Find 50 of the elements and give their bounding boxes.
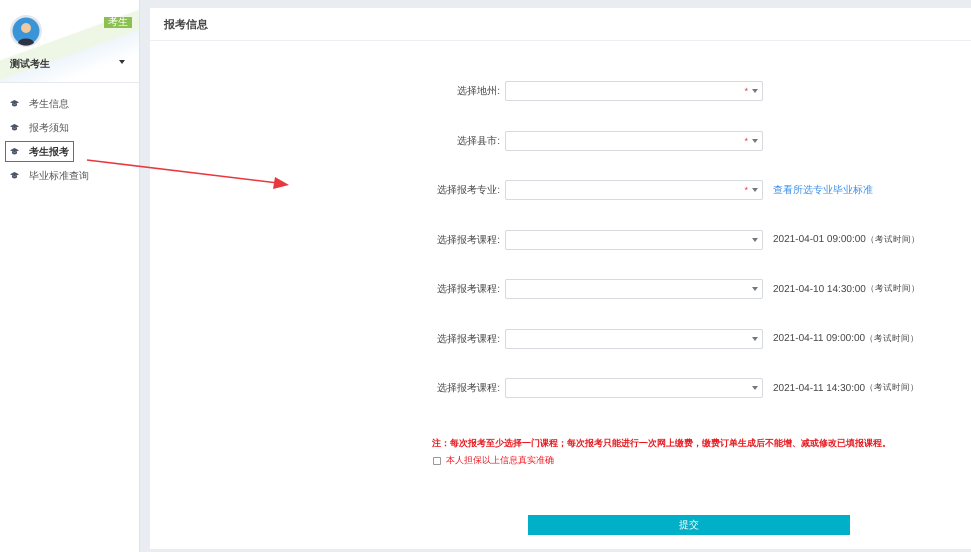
dropdown-caret-icon — [752, 287, 758, 291]
required-asterisk: * — [744, 185, 748, 195]
required-asterisk: * — [744, 136, 748, 146]
dropdown-caret-icon — [752, 336, 758, 340]
notice-text: 注：每次报考至少选择一门课程；每次报考只能进行一次网上缴费，缴费订单生成后不能增、减或修改已填报课程。 — [432, 437, 892, 450]
field-label: 选择报考课程: — [436, 234, 501, 246]
exam-time: 2021-04-01 09:00:00 — [773, 234, 866, 245]
exam-time-note: （考试时间） — [865, 382, 920, 394]
exam-time-note: （考试时间） — [866, 283, 920, 295]
exam-time: 2021-04-10 14:30:00 — [773, 284, 866, 294]
dropdown-caret-icon — [752, 89, 758, 93]
field-label: 选择报考课程: — [436, 282, 501, 296]
graduation-standard-link[interactable]: 查看所选专业毕业标准 — [773, 183, 873, 197]
field-label: 选择报考课程: — [436, 332, 501, 346]
exam-time: 2021-04-11 14:30:00 — [773, 382, 866, 394]
dropdown-caret-icon[interactable] — [119, 60, 125, 64]
pledge-label: 本人担保以上信息真实准确 — [446, 454, 554, 467]
select-field[interactable] — [505, 378, 763, 398]
graduation-cap-icon — [10, 148, 19, 155]
select-field[interactable]: * — [505, 180, 763, 200]
field-label: 选择报考专业: — [436, 184, 501, 197]
submit-button[interactable]: 提交 — [528, 515, 850, 535]
exam-time: 2021-04-11 09:00:00 — [773, 333, 866, 344]
select-field[interactable]: * — [505, 130, 763, 150]
field-label: 选择县市: — [456, 134, 501, 148]
dropdown-caret-icon — [752, 238, 758, 242]
select-field[interactable] — [505, 279, 763, 299]
sidebar-item[interactable]: 报考须知 — [6, 118, 73, 137]
dropdown-caret-icon — [752, 386, 758, 390]
field-label: 选择报考课程: — [436, 382, 501, 395]
sidebar-item[interactable]: 考生信息 — [6, 94, 73, 113]
graduation-cap-icon — [10, 124, 19, 131]
role-badge: 考生 — [104, 17, 132, 28]
required-asterisk: * — [744, 86, 748, 96]
avatar-icon — [10, 15, 42, 47]
graduation-cap-icon — [10, 172, 19, 179]
pledge-checkbox[interactable] — [433, 456, 441, 464]
field-label: 选择地州: — [456, 84, 501, 98]
exam-time-note: （考试时间） — [865, 332, 920, 344]
graduation-cap-icon — [10, 100, 19, 107]
dropdown-caret-icon — [752, 188, 758, 192]
select-field[interactable]: * — [505, 81, 763, 101]
exam-time-note: （考试时间） — [866, 234, 920, 246]
select-field[interactable] — [505, 328, 763, 348]
select-field[interactable] — [505, 230, 763, 250]
sidebar-item[interactable]: 考生报考 — [6, 142, 73, 161]
sidebar-item[interactable]: 毕业标准查询 — [6, 166, 93, 185]
user-name: 测试考生 — [10, 58, 50, 71]
dropdown-caret-icon — [752, 138, 758, 142]
panel-title: 报考信息 — [150, 8, 971, 41]
